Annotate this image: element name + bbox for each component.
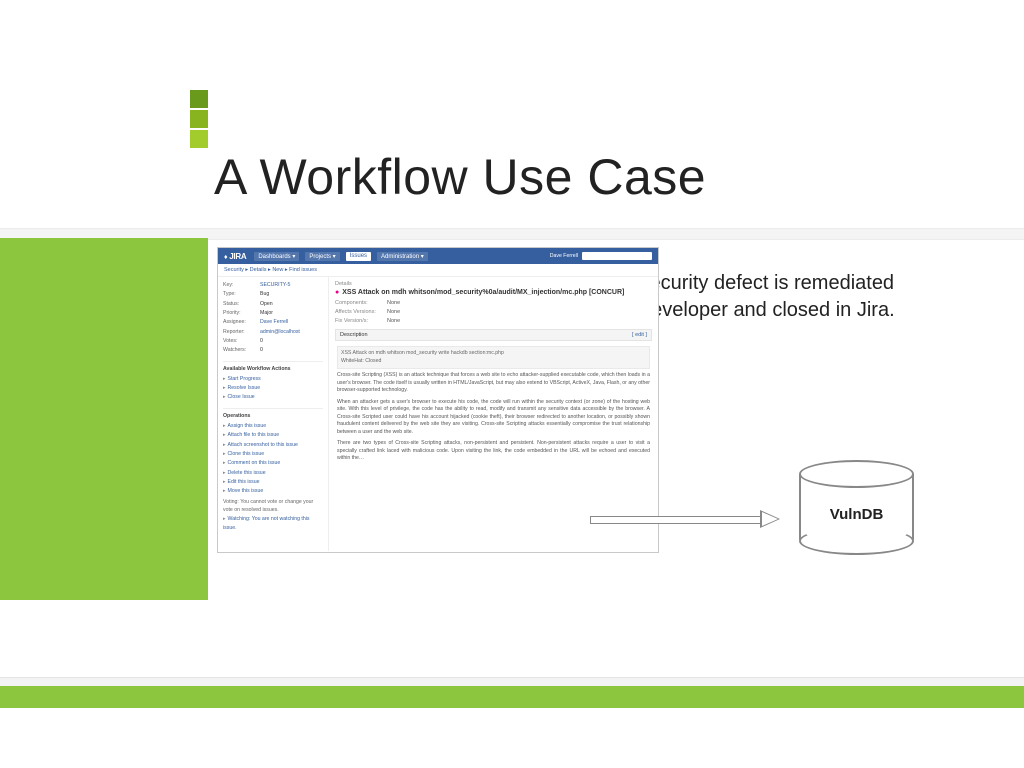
issue-watchers: 0 <box>260 346 263 354</box>
wf-resolve[interactable]: Resolve Issue <box>223 384 323 392</box>
jira-logo: JIRA <box>224 252 246 261</box>
op-attach-screenshot[interactable]: Attach screenshot to this issue <box>223 441 323 449</box>
desc-paragraph: When an attacker gets a user's browser t… <box>337 399 650 437</box>
field-label: Assignee: <box>223 318 257 326</box>
issue-sidebar: Key:SECURITY-5 Type:Bug Status:Open Prio… <box>218 277 329 551</box>
field-label: Affects Versions: <box>335 309 387 315</box>
issue-votes: 0 <box>260 337 263 345</box>
wf-close[interactable]: Close Issue <box>223 393 323 401</box>
deco-square <box>190 90 208 108</box>
field-value: None <box>387 300 400 306</box>
issue-type: Bug <box>260 290 269 298</box>
description-label: Description <box>340 332 368 338</box>
footer-accent <box>0 686 1024 708</box>
field-label: Components: <box>335 300 387 306</box>
wf-start-progress[interactable]: Start Progress <box>223 375 323 383</box>
op-comment[interactable]: Comment on this issue <box>223 459 323 467</box>
issue-title-text: XSS Attack on mdh whitson/mod_security%0… <box>342 289 624 296</box>
desc-paragraph: Cross-site Scripting (XSS) is an attack … <box>337 372 650 395</box>
description-body: XSS Attack on mdh whitson mod_security w… <box>335 344 652 463</box>
arrow-icon <box>590 512 780 526</box>
voting-note: Voting: You cannot vote or change your v… <box>223 498 323 515</box>
desc-line: WhiteHat: Closed <box>341 358 646 366</box>
slide: A Workflow Use Case 7. Security defect i… <box>0 0 1024 768</box>
desc-paragraph: There are two types of Cross-site Script… <box>337 440 650 463</box>
jira-screenshot: JIRA Dashboards ▾ Projects ▾ Issues Admi… <box>218 248 658 552</box>
field-label: Watchers: <box>223 346 257 354</box>
issue-assignee[interactable]: Dave Ferrell <box>260 318 288 326</box>
edit-description-link[interactable]: [ edit ] <box>632 332 647 338</box>
deco-square <box>190 130 208 148</box>
menu-issues[interactable]: Issues <box>346 252 371 261</box>
field-label: Type: <box>223 290 257 298</box>
menu-projects[interactable]: Projects ▾ <box>305 252 339 261</box>
op-attach-file[interactable]: Attach file to this issue <box>223 431 323 439</box>
deco-square <box>190 110 208 128</box>
jira-body: Key:SECURITY-5 Type:Bug Status:Open Prio… <box>218 277 658 551</box>
field-value: None <box>387 318 400 324</box>
desc-line: XSS Attack on mdh whitson mod_security w… <box>341 350 646 358</box>
menu-admin[interactable]: Administration ▾ <box>377 252 428 261</box>
slide-title: A Workflow Use Case <box>214 148 706 206</box>
field-label: Votes: <box>223 337 257 345</box>
issue-reporter[interactable]: admin@localhost <box>260 328 300 336</box>
quick-search-input[interactable] <box>582 252 652 260</box>
op-clone[interactable]: Clone this issue <box>223 450 323 458</box>
jira-user-area: Dave Ferrell <box>550 252 652 260</box>
op-watching[interactable]: Watching: You are not watching this issu… <box>223 515 323 532</box>
field-label: Key: <box>223 281 257 289</box>
breadcrumb: Security ▸ Details ▸ New ▸ Find issues <box>218 264 658 277</box>
operations-heading: Operations <box>223 408 323 420</box>
field-label: Fix Version/s: <box>335 318 387 324</box>
op-delete[interactable]: Delete this issue <box>223 469 323 477</box>
jira-main-menu: Dashboards ▾ Projects ▾ Issues Administr… <box>254 252 427 261</box>
op-assign[interactable]: Assign this issue <box>223 422 323 430</box>
field-label: Reporter: <box>223 328 257 336</box>
description-header: Description [ edit ] <box>335 329 652 341</box>
menu-dashboards[interactable]: Dashboards ▾ <box>254 252 299 261</box>
left-accent-block <box>0 238 208 600</box>
current-user[interactable]: Dave Ferrell <box>550 253 578 259</box>
divider <box>0 677 1024 686</box>
issue-meta: Components:None <box>335 300 652 306</box>
database-cylinder: VulnDB <box>799 460 914 555</box>
op-edit[interactable]: Edit this issue <box>223 478 323 486</box>
field-label: Status: <box>223 300 257 308</box>
issue-title: ●XSS Attack on mdh whitson/mod_security%… <box>335 289 652 296</box>
field-value: None <box>387 309 400 315</box>
db-label: VulnDB <box>799 506 914 523</box>
section-label: Details <box>335 281 652 287</box>
workflow-heading: Available Workflow Actions <box>223 361 323 373</box>
issue-status: Open <box>260 300 273 308</box>
issue-key[interactable]: SECURITY-5 <box>260 281 290 289</box>
issue-main: Details ●XSS Attack on mdh whitson/mod_s… <box>329 277 658 551</box>
op-move[interactable]: Move this issue <box>223 487 323 495</box>
issue-priority: Major <box>260 309 273 317</box>
field-label: Priority: <box>223 309 257 317</box>
jira-topbar: JIRA Dashboards ▾ Projects ▾ Issues Admi… <box>218 248 658 264</box>
